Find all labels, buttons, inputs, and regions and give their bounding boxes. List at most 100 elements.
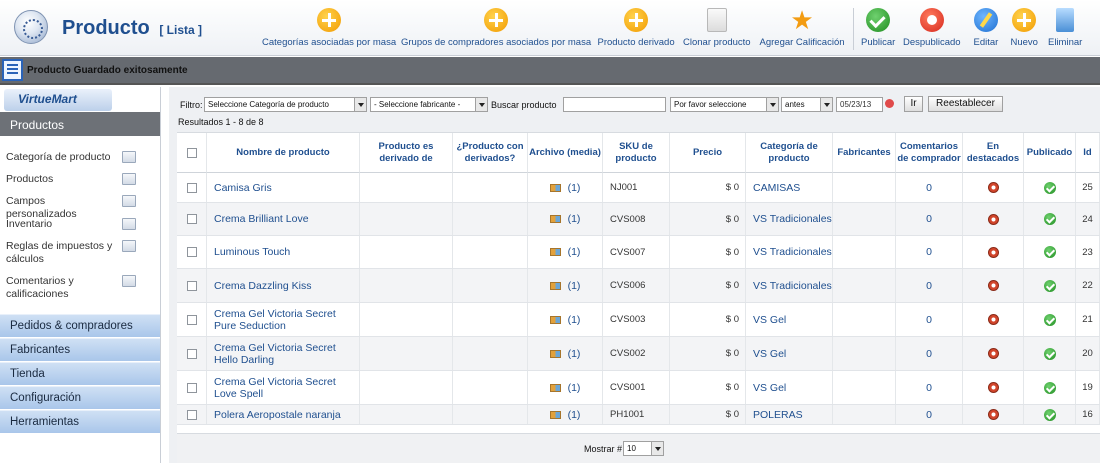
- product-name-link[interactable]: Luminous Touch: [207, 236, 360, 268]
- column-header-3[interactable]: Archivo (media): [528, 133, 603, 173]
- media-cell[interactable]: (1): [528, 371, 603, 404]
- product-name-link[interactable]: Crema Dazzling Kiss: [207, 269, 360, 302]
- clear-date-icon[interactable]: [885, 99, 894, 108]
- toolbar-button-8[interactable]: Nuevo: [1011, 8, 1038, 48]
- category-link[interactable]: VS Gel: [746, 337, 833, 370]
- manufacturer-select[interactable]: - Seleccione fabricante -: [370, 97, 488, 112]
- column-header-6[interactable]: Categoría de producto: [746, 133, 833, 173]
- column-header-2[interactable]: ¿Producto con derivados?: [453, 133, 528, 173]
- toolbar-button-3[interactable]: Clonar producto: [683, 8, 751, 48]
- reviews-count-link[interactable]: 0: [896, 405, 963, 424]
- sidebar-section-productos[interactable]: Productos: [0, 112, 160, 136]
- published-check-icon[interactable]: [1043, 246, 1056, 258]
- sidebar-item-5[interactable]: Comentarios y calificaciones: [6, 275, 156, 301]
- sidebar-item-4[interactable]: Reglas de impuestos y cálculos: [6, 240, 156, 266]
- media-cell[interactable]: (1): [528, 405, 603, 424]
- date-condition-select[interactable]: antes: [781, 97, 833, 112]
- column-header-4[interactable]: SKU de producto: [603, 133, 670, 173]
- reviews-count-link[interactable]: 0: [896, 303, 963, 336]
- row-checkbox[interactable]: [186, 247, 197, 257]
- not-featured-icon[interactable]: [987, 382, 999, 393]
- sidebar-item-1[interactable]: Productos: [6, 173, 156, 186]
- product-name-link[interactable]: Crema Gel Victoria Secret Love Spell: [207, 371, 360, 404]
- category-link[interactable]: VS Gel: [746, 303, 833, 336]
- media-cell[interactable]: (1): [528, 303, 603, 336]
- date-input[interactable]: 05/23/13: [836, 97, 883, 112]
- published-check-icon[interactable]: [1043, 408, 1056, 421]
- not-featured-icon[interactable]: [987, 182, 999, 193]
- category-link[interactable]: POLERAS: [746, 405, 833, 424]
- search-input[interactable]: [563, 97, 666, 112]
- column-header-1[interactable]: Producto es derivado de: [360, 133, 453, 173]
- reviews-count-link[interactable]: 0: [896, 173, 963, 202]
- row-checkbox[interactable]: [186, 409, 197, 420]
- media-cell[interactable]: (1): [528, 337, 603, 370]
- row-checkbox[interactable]: [186, 214, 197, 224]
- select-all-checkbox[interactable]: [186, 147, 197, 158]
- toolbar-button-5[interactable]: Publicar: [861, 8, 895, 48]
- page-size-select[interactable]: 10: [623, 441, 664, 456]
- sidebar-item-3[interactable]: Inventario: [6, 218, 156, 231]
- column-header-0[interactable]: Nombre de producto: [207, 133, 360, 173]
- not-featured-icon[interactable]: [987, 246, 999, 258]
- media-cell[interactable]: (1): [528, 203, 603, 235]
- sidebar-item-0[interactable]: Categoría de producto: [6, 151, 156, 164]
- row-checkbox[interactable]: [186, 314, 197, 325]
- toolbar-button-7[interactable]: Editar: [974, 8, 998, 48]
- product-name-link[interactable]: Crema Gel Victoria Secret Pure Seduction: [207, 303, 360, 336]
- row-checkbox[interactable]: [186, 182, 197, 193]
- not-featured-icon[interactable]: [987, 213, 999, 225]
- reviews-count-link[interactable]: 0: [896, 337, 963, 370]
- reviews-count-link[interactable]: 0: [896, 269, 963, 302]
- category-link[interactable]: CAMISAS: [746, 173, 833, 202]
- sidebar-section-3[interactable]: Configuración: [0, 386, 160, 409]
- published-check-icon[interactable]: [1043, 347, 1056, 360]
- sidebar-section-2[interactable]: Tienda: [0, 362, 160, 385]
- product-name-link[interactable]: Crema Gel Victoria Secret Hello Darling: [207, 337, 360, 370]
- column-header-7[interactable]: Fabricantes: [833, 133, 896, 173]
- sidebar-section-4[interactable]: Herramientas: [0, 410, 160, 433]
- go-button[interactable]: Ir: [904, 96, 923, 112]
- not-featured-icon[interactable]: [987, 314, 999, 325]
- toolbar-button-2[interactable]: Producto derivado: [598, 8, 675, 48]
- column-header-5[interactable]: Precio: [670, 133, 746, 173]
- published-check-icon[interactable]: [1043, 313, 1056, 326]
- column-header-10[interactable]: Publicado: [1024, 133, 1076, 173]
- row-checkbox[interactable]: [186, 280, 197, 291]
- row-checkbox[interactable]: [186, 382, 197, 393]
- media-cell[interactable]: (1): [528, 236, 603, 268]
- not-featured-icon[interactable]: [987, 280, 999, 291]
- sidebar-section-0[interactable]: Pedidos & compradores: [0, 314, 160, 337]
- reviews-count-link[interactable]: 0: [896, 203, 963, 235]
- published-check-icon[interactable]: [1043, 213, 1056, 225]
- toolbar-button-6[interactable]: Despublicado: [903, 8, 961, 48]
- product-name-link[interactable]: Camisa Gris: [207, 173, 360, 202]
- row-checkbox[interactable]: [186, 348, 197, 359]
- published-check-icon[interactable]: [1043, 381, 1056, 394]
- category-link[interactable]: VS Tradicionales: [746, 236, 833, 268]
- media-cell[interactable]: (1): [528, 173, 603, 202]
- product-name-link[interactable]: Crema Brilliant Love: [207, 203, 360, 235]
- reviews-count-link[interactable]: 0: [896, 236, 963, 268]
- reviews-count-link[interactable]: 0: [896, 371, 963, 404]
- toolbar-button-1[interactable]: Grupos de compradores asociados por masa: [401, 8, 591, 48]
- product-name-link[interactable]: Polera Aeropostale naranja: [207, 405, 360, 424]
- category-link[interactable]: VS Tradicionales: [746, 269, 833, 302]
- published-check-icon[interactable]: [1043, 181, 1056, 194]
- category-link[interactable]: VS Gel: [746, 371, 833, 404]
- virtuemart-logo[interactable]: VirtueMart: [4, 89, 112, 111]
- category-select[interactable]: Seleccione Categoría de producto: [204, 97, 367, 112]
- order-select[interactable]: Por favor seleccione: [670, 97, 779, 112]
- sidebar-section-1[interactable]: Fabricantes: [0, 338, 160, 361]
- not-featured-icon[interactable]: [987, 409, 999, 420]
- column-header-8[interactable]: Comentarios de comprador: [896, 133, 963, 173]
- published-check-icon[interactable]: [1043, 279, 1056, 292]
- toolbar-button-0[interactable]: Categorías asociadas por masa: [262, 8, 396, 48]
- column-header-11[interactable]: Id: [1076, 133, 1100, 173]
- column-header-9[interactable]: En destacados: [963, 133, 1024, 173]
- category-link[interactable]: VS Tradicionales: [746, 203, 833, 235]
- media-cell[interactable]: (1): [528, 269, 603, 302]
- toolbar-button-9[interactable]: Eliminar: [1048, 8, 1082, 48]
- reset-button[interactable]: Reestablecer: [928, 96, 1003, 112]
- toolbar-button-4[interactable]: ★ Agregar Calificación: [760, 7, 845, 48]
